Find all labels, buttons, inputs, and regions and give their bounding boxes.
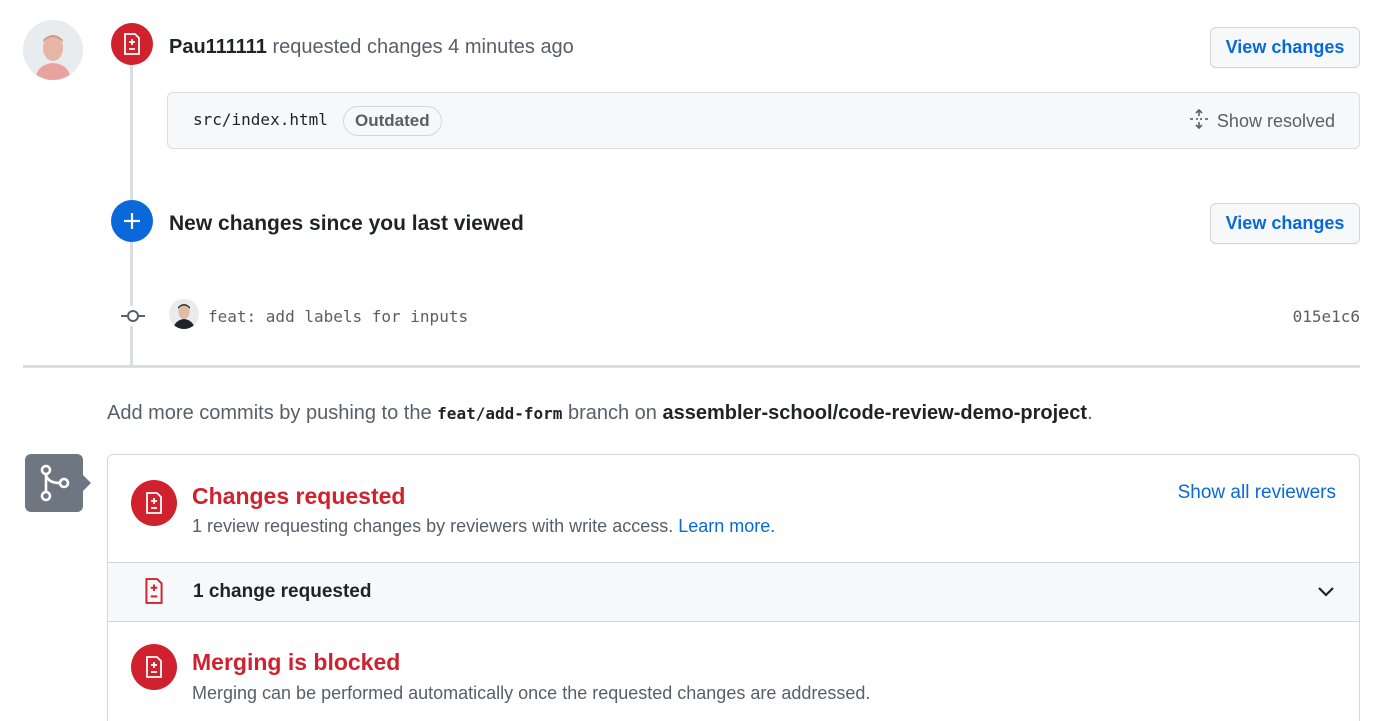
commit-sha[interactable]: 015e1c6: [1293, 307, 1360, 326]
add-more-suffix: .: [1087, 402, 1093, 424]
view-changes-button[interactable]: View changes: [1210, 27, 1360, 68]
add-more-middle: branch on: [567, 402, 657, 424]
changes-requested-subtitle-text: 1 review requesting changes by reviewers…: [192, 516, 674, 536]
merge-box-pointer: [82, 474, 91, 492]
review-action: requested changes: [272, 36, 443, 58]
file-diff-icon: [143, 578, 165, 609]
git-commit-icon: [120, 306, 146, 326]
view-new-changes-button[interactable]: View changes: [1210, 203, 1360, 244]
changes-requested-subtitle: 1 review requesting changes by reviewers…: [192, 516, 775, 537]
merging-blocked-title: Merging is blocked: [192, 649, 401, 675]
repo-link[interactable]: assembler-school/code-review-demo-projec…: [663, 402, 1088, 424]
review-time[interactable]: 4 minutes ago: [448, 36, 574, 58]
git-merge-icon: [25, 454, 83, 512]
timeline-divider: [23, 365, 1360, 368]
review-author-link[interactable]: Pau111111: [169, 36, 267, 58]
change-requested-row[interactable]: 1 change requested: [108, 563, 1359, 622]
changes-requested-section: Changes requested 1 review requesting ch…: [108, 455, 1359, 563]
outdated-label: Outdated: [343, 106, 442, 136]
file-path[interactable]: src/index.html: [193, 110, 328, 129]
file-diff-icon: [131, 644, 177, 690]
commit-author-avatar[interactable]: [169, 299, 199, 329]
file-diff-icon: [111, 23, 153, 65]
changes-requested-title: Changes requested: [192, 483, 406, 509]
learn-more-link[interactable]: Learn more.: [678, 516, 775, 536]
plus-icon: [111, 200, 153, 242]
review-file-box: src/index.html Outdated Show resolved: [167, 92, 1360, 149]
chevron-down-icon[interactable]: [1317, 584, 1335, 603]
add-more-commits-text: Add more commits by pushing to the feat/…: [107, 402, 1093, 425]
add-more-prefix: Add more commits by pushing to the: [107, 402, 432, 424]
change-requested-label: 1 change requested: [193, 581, 372, 602]
show-resolved-button[interactable]: Show resolved: [1188, 108, 1335, 135]
merging-blocked-subtitle: Merging can be performed automatically o…: [192, 683, 871, 703]
file-diff-icon: [131, 480, 177, 526]
review-summary: Pau111111 requested changes 4 minutes ag…: [169, 36, 574, 59]
merging-blocked-section: Merging is blocked Merging can be perfor…: [108, 622, 1359, 721]
reviewer-avatar[interactable]: [23, 20, 83, 80]
branch-name: feat/add-form: [437, 404, 563, 423]
unfold-icon: [1188, 108, 1210, 135]
merge-status-box: Changes requested 1 review requesting ch…: [107, 454, 1360, 721]
show-resolved-label: Show resolved: [1216, 111, 1335, 131]
new-changes-text: New changes since you last viewed: [169, 212, 524, 235]
commit-message[interactable]: feat: add labels for inputs: [208, 307, 468, 326]
show-all-reviewers-link[interactable]: Show all reviewers: [1178, 482, 1336, 504]
